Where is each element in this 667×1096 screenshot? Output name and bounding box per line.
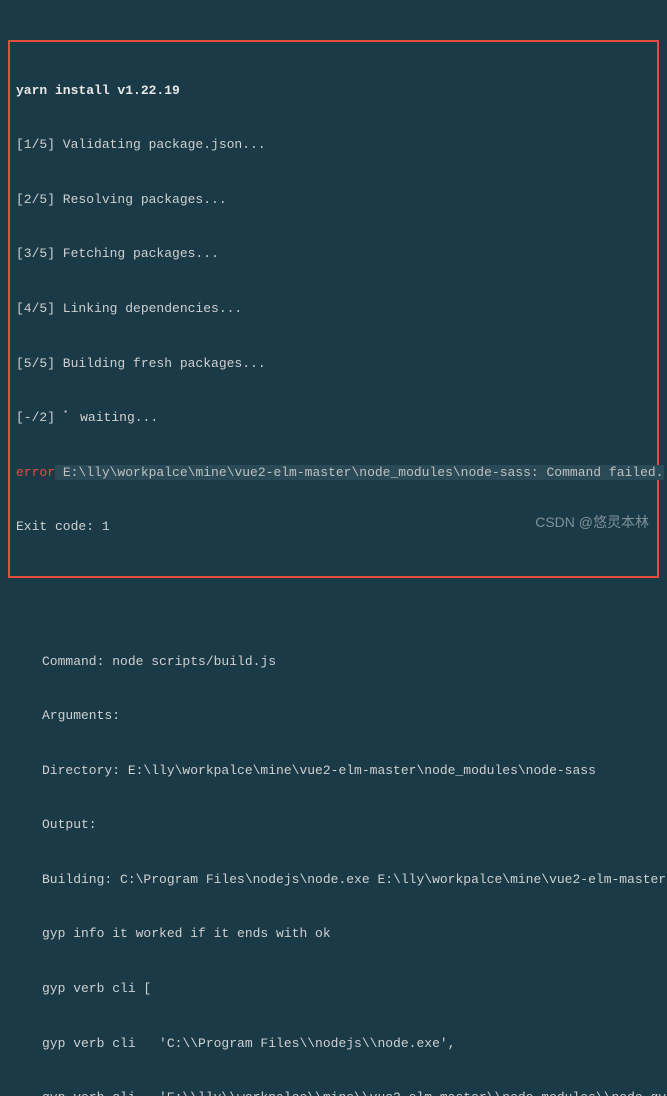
output-line: Building: C:\Program Files\nodejs\node.e… — [42, 871, 659, 889]
output-line: gyp verb cli 'E:\\lly\\workpalce\\mine\\… — [42, 1089, 659, 1096]
error-path: E:\lly\workpalce\mine\vue2-elm-master\no… — [55, 465, 664, 480]
error-label: error — [16, 465, 55, 480]
step-line: [-/2] ⠁ waiting... — [16, 409, 651, 427]
step-line: [4/5] Linking dependencies... — [16, 300, 651, 318]
error-line: error E:\lly\workpalce\mine\vue2-elm-mas… — [16, 464, 651, 482]
output-line: Arguments: — [42, 707, 659, 725]
output-line: Command: node scripts/build.js — [42, 653, 659, 671]
yarn-command: yarn install v1.22.19 — [16, 82, 651, 100]
output-line: gyp verb cli [ — [42, 980, 659, 998]
error-highlight-box: yarn install v1.22.19 [1/5] Validating p… — [8, 40, 659, 577]
output-body: Command: node scripts/build.js Arguments… — [8, 616, 659, 1096]
output-line: gyp info it worked if it ends with ok — [42, 925, 659, 943]
step-line: [3/5] Fetching packages... — [16, 245, 651, 263]
output-line: Output: — [42, 816, 659, 834]
output-line: gyp verb cli 'C:\\Program Files\\nodejs\… — [42, 1035, 659, 1053]
terminal-output: yarn install v1.22.19 [1/5] Validating p… — [8, 4, 659, 1096]
output-line: Directory: E:\lly\workpalce\mine\vue2-el… — [42, 762, 659, 780]
step-line: [2/5] Resolving packages... — [16, 191, 651, 209]
step-line: [5/5] Building fresh packages... — [16, 355, 651, 373]
watermark: CSDN @悠灵本林 — [535, 512, 649, 532]
step-line: [1/5] Validating package.json... — [16, 136, 651, 154]
